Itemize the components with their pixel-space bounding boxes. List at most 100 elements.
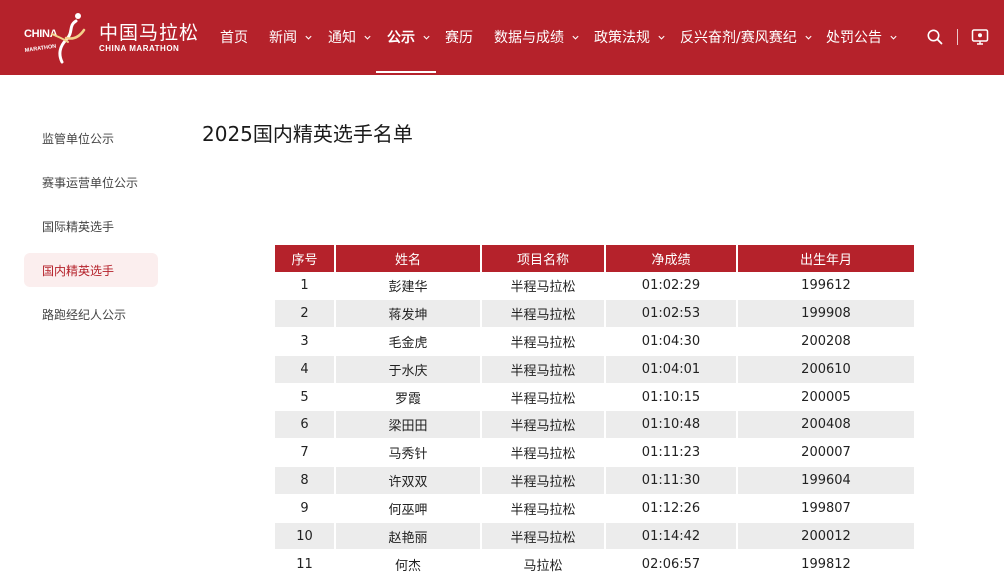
cell-event: 半程马拉松 [481, 327, 606, 356]
table-row: 10 赵艳丽 半程马拉松 01:14:42 200012 [275, 521, 914, 550]
cell-net-time: 01:12:26 [605, 493, 738, 523]
column-header-birth: 出生年月 [737, 245, 914, 272]
cell-name: 罗霞 [335, 382, 482, 411]
sidebar-item-label: 国内精英选手 [42, 263, 115, 278]
cell-birth: 199612 [737, 271, 914, 300]
cell-net-time: 02:06:57 [605, 549, 738, 578]
cell-birth: 200005 [737, 382, 914, 411]
cell-net-time: 01:11:30 [605, 466, 738, 495]
search-icon[interactable] [926, 28, 944, 46]
table-row: 2 蒋发坤 半程马拉松 01:02:53 199908 [275, 299, 914, 328]
china-marathon-logo-icon[interactable]: CHINA MARATHON [22, 12, 92, 64]
cell-index: 9 [275, 493, 336, 523]
nav-penalty[interactable]: 处罚公告 [826, 26, 898, 48]
sidebar-item-label: 国际精英选手 [42, 219, 115, 234]
cell-event: 半程马拉松 [481, 354, 606, 384]
nav-notice[interactable]: 通知 [328, 26, 372, 48]
active-nav-underline [376, 71, 436, 73]
cell-index: 8 [275, 466, 336, 495]
logo-english-text[interactable]: CHINA MARATHON [99, 44, 179, 53]
nav-label: 反兴奋剂/赛风赛纪 [680, 30, 797, 46]
nav-label: 赛历 [445, 30, 473, 46]
nav-anti-doping[interactable]: 反兴奋剂/赛风赛纪 [680, 26, 813, 48]
cell-net-time: 01:14:42 [605, 521, 738, 550]
cell-birth: 199807 [737, 493, 914, 523]
cell-event: 马拉松 [481, 549, 606, 578]
column-header-index: 序号 [275, 245, 336, 272]
chevron-down-icon [805, 35, 812, 40]
cell-index: 2 [275, 299, 336, 328]
sidebar-item-road-agents[interactable]: 路跑经纪人公示 [24, 297, 158, 331]
header-divider [957, 29, 958, 45]
nav-public-notice[interactable]: 公示 [387, 26, 431, 48]
nav-label: 新闻 [269, 30, 297, 46]
nav-news[interactable]: 新闻 [269, 26, 313, 48]
sidebar-item-international-elite[interactable]: 国际精英选手 [24, 209, 158, 243]
cell-name: 毛金虎 [335, 327, 482, 356]
cell-name: 许双双 [335, 466, 482, 495]
cell-index: 3 [275, 327, 336, 356]
top-header: CHINA MARATHON 中国马拉松 CHINA MARATHON 首页 新… [0, 0, 1004, 75]
cell-birth: 199812 [737, 549, 914, 578]
nav-label: 数据与成绩 [494, 30, 564, 46]
table-header-row: 序号 姓名 项目名称 净成绩 出生年月 [275, 245, 914, 272]
cell-net-time: 01:04:01 [605, 354, 738, 384]
cell-event: 半程马拉松 [481, 271, 606, 300]
cell-index: 7 [275, 438, 336, 467]
table-row: 7 马秀针 半程马拉松 01:11:23 200007 [275, 438, 914, 467]
table-row: 4 于水庆 半程马拉松 01:04:01 200610 [275, 354, 914, 384]
cell-net-time: 01:10:15 [605, 382, 738, 411]
chevron-down-icon [890, 35, 897, 40]
cell-index: 6 [275, 410, 336, 439]
cell-event: 半程马拉松 [481, 466, 606, 495]
cell-net-time: 01:04:30 [605, 327, 738, 356]
nav-policy[interactable]: 政策法规 [594, 26, 666, 48]
table-row: 8 许双双 半程马拉松 01:11:30 199604 [275, 466, 914, 495]
table-row: 5 罗霞 半程马拉松 01:10:15 200005 [275, 382, 914, 411]
cell-name: 赵艳丽 [335, 521, 482, 550]
cell-name: 何杰 [335, 549, 482, 578]
chevron-down-icon [305, 35, 312, 40]
chevron-down-icon [423, 35, 430, 40]
sidebar-item-label: 路跑经纪人公示 [42, 307, 127, 322]
chevron-down-icon [572, 35, 579, 40]
logo-chinese-text[interactable]: 中国马拉松 [99, 18, 199, 45]
nav-label: 公示 [387, 30, 415, 46]
page-title: 2025国内精英选手名单 [202, 122, 413, 146]
cell-event: 半程马拉松 [481, 438, 606, 467]
cell-birth: 200012 [737, 521, 914, 550]
cell-index: 5 [275, 382, 336, 411]
cell-name: 彭建华 [335, 271, 482, 300]
nav-calendar[interactable]: 赛历 [445, 26, 473, 48]
sidebar-item-operators[interactable]: 赛事运营单位公示 [24, 165, 158, 199]
cell-birth: 199604 [737, 466, 914, 495]
sidebar-item-domestic-elite[interactable]: 国内精英选手 [24, 253, 158, 287]
nav-data-results[interactable]: 数据与成绩 [494, 26, 580, 48]
cell-event: 半程马拉松 [481, 299, 606, 328]
chevron-down-icon [658, 35, 665, 40]
column-header-name: 姓名 [335, 245, 482, 272]
cell-birth: 200208 [737, 327, 914, 356]
svg-text:MARATHON: MARATHON [24, 44, 56, 54]
cell-event: 半程马拉松 [481, 493, 606, 523]
cell-event: 半程马拉松 [481, 521, 606, 550]
cell-birth: 200610 [737, 354, 914, 384]
cell-name: 何巫呷 [335, 493, 482, 523]
sidebar-item-label: 赛事运营单位公示 [42, 175, 139, 190]
sidebar-item-regulators[interactable]: 监管单位公示 [24, 121, 158, 155]
elite-athletes-table: 序号 姓名 项目名称 净成绩 出生年月 1 彭建华 半程马拉松 01:02:29 199… [275, 245, 914, 578]
cell-event: 半程马拉松 [481, 382, 606, 411]
table-row: 3 毛金虎 半程马拉松 01:04:30 200208 [275, 327, 914, 356]
sidebar-item-label: 监管单位公示 [42, 131, 115, 146]
table-row: 9 何巫呷 半程马拉松 01:12:26 199807 [275, 493, 914, 523]
cell-index: 4 [275, 354, 336, 384]
monitor-icon[interactable] [971, 28, 989, 46]
table-row: 1 彭建华 半程马拉松 01:02:29 199612 [275, 271, 914, 300]
cell-name: 于水庆 [335, 354, 482, 384]
cell-event: 半程马拉松 [481, 410, 606, 439]
cell-name: 梁田田 [335, 410, 482, 439]
cell-net-time: 01:02:29 [605, 271, 738, 300]
nav-home[interactable]: 首页 [220, 26, 248, 48]
cell-birth: 200408 [737, 410, 914, 439]
cell-index: 1 [275, 271, 336, 300]
